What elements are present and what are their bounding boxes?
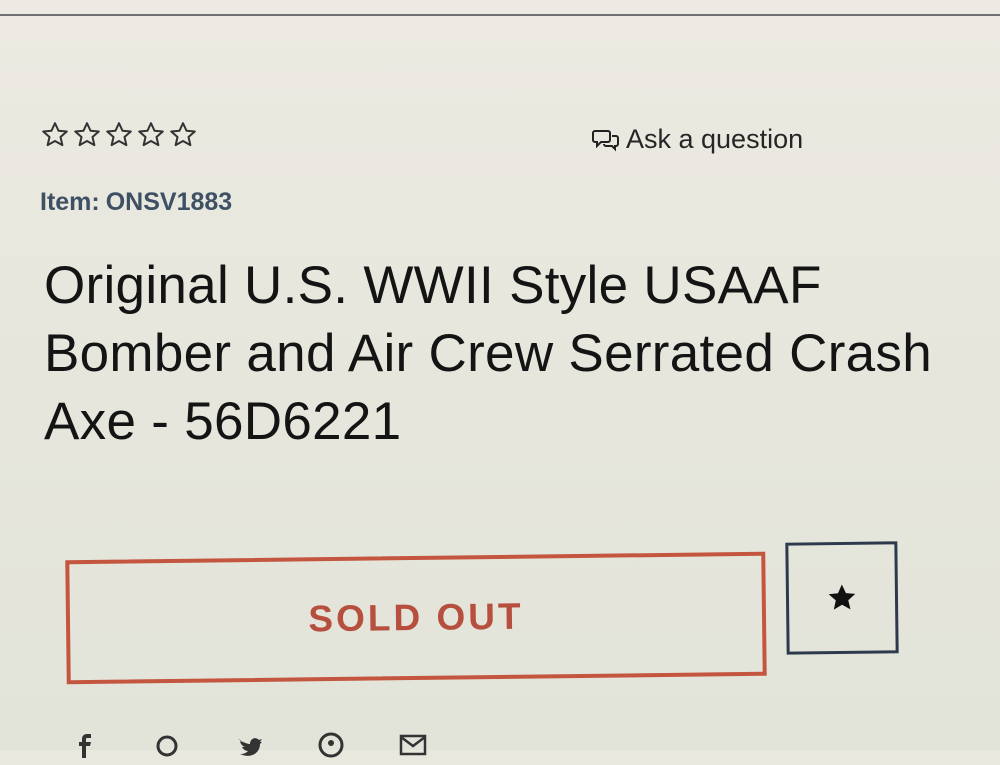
- sold-out-button[interactable]: SOLD OUT: [65, 551, 767, 685]
- twitter-icon[interactable]: [234, 730, 264, 760]
- pinterest-icon[interactable]: [316, 730, 346, 760]
- email-icon[interactable]: [398, 730, 428, 760]
- star-outline-icon[interactable]: [136, 120, 166, 150]
- facebook-icon[interactable]: [70, 730, 100, 760]
- product-title-line-2: Bomber and Air Crew Serrated Crash: [44, 324, 933, 383]
- product-page: Ask a question Item: ONSV1883 Original U.…: [0, 0, 1000, 758]
- google-icon[interactable]: [152, 730, 182, 760]
- sold-out-label: SOLD OUT: [308, 595, 524, 640]
- product-title: Original U.S. WWII Style USAAF Bomber an…: [44, 252, 984, 456]
- add-to-wishlist-button[interactable]: [785, 541, 899, 655]
- product-title-line-1: Original U.S. WWII Style USAAF: [44, 256, 822, 315]
- star-rating[interactable]: [40, 120, 198, 150]
- product-title-line-3: Axe - 56D6221: [44, 392, 402, 451]
- item-number: Item: ONSV1883: [40, 188, 232, 217]
- ask-question-label: Ask a question: [626, 124, 804, 154]
- star-outline-icon[interactable]: [40, 120, 70, 150]
- top-divider: [0, 14, 1000, 16]
- share-links: [70, 730, 428, 760]
- item-prefix: Item:: [40, 188, 100, 216]
- star-outline-icon[interactable]: [104, 120, 134, 150]
- item-code: ONSV1883: [105, 188, 233, 216]
- star-outline-icon[interactable]: [168, 120, 198, 150]
- speech-bubbles-icon: [592, 129, 619, 151]
- ask-question-link[interactable]: Ask a question: [592, 124, 803, 155]
- star-icon: [828, 584, 856, 610]
- star-outline-icon[interactable]: [72, 120, 102, 150]
